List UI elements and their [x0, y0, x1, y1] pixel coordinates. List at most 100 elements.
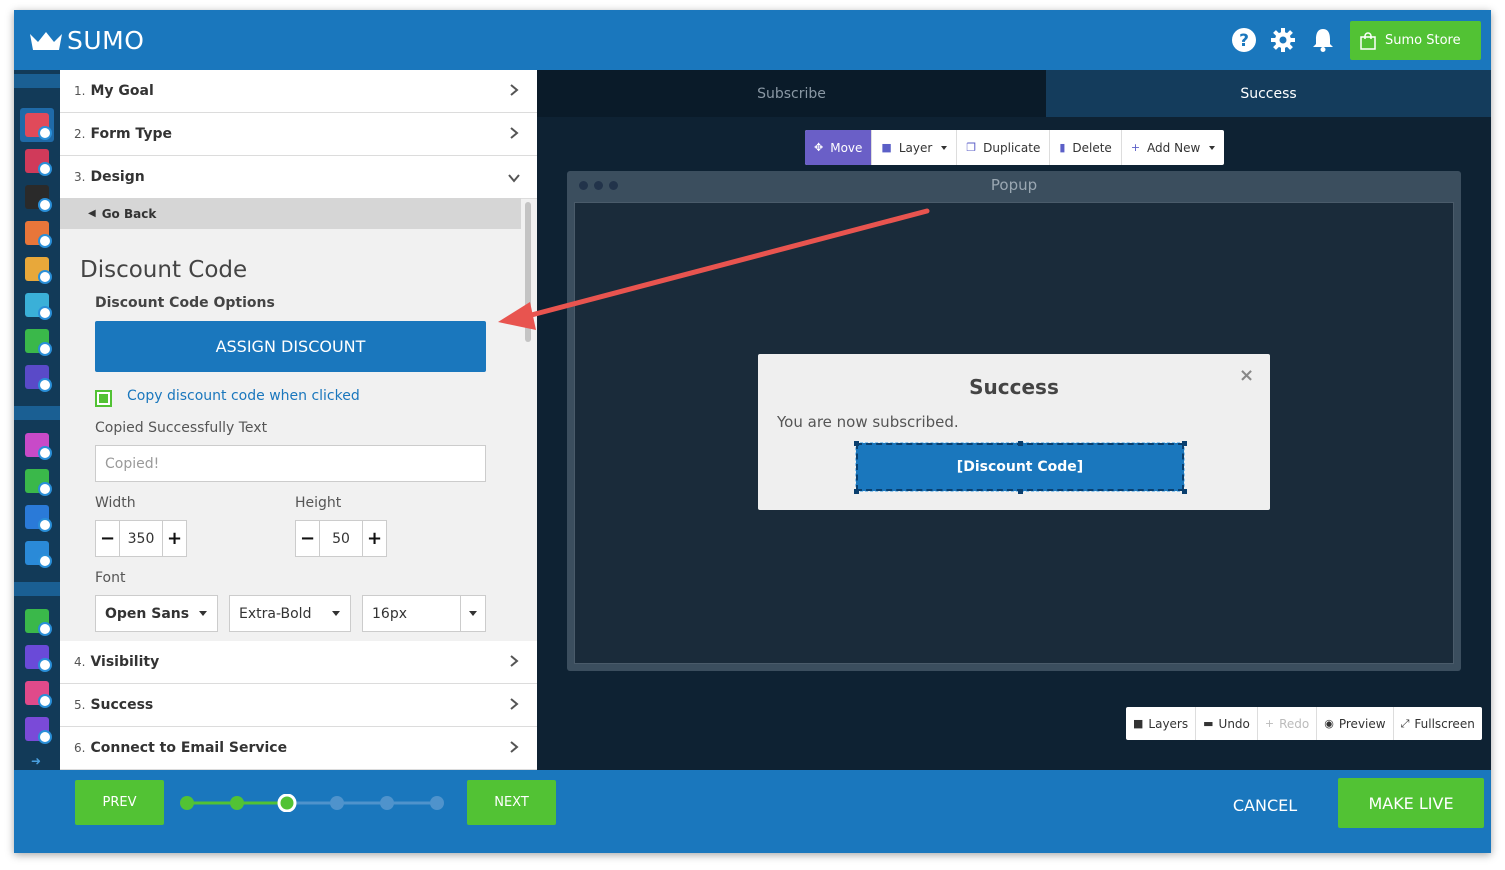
- duplicate-button[interactable]: ❐ Duplicate: [957, 130, 1051, 165]
- close-icon[interactable]: ×: [1239, 365, 1254, 386]
- progress-step-2[interactable]: [230, 796, 244, 810]
- copied-text-input[interactable]: [95, 445, 486, 482]
- tab-subscribe[interactable]: Subscribe: [537, 70, 1046, 117]
- layer-button[interactable]: ■ Layer: [872, 130, 958, 165]
- undo-icon: ▬: [1203, 717, 1214, 730]
- progress-step-4[interactable]: [330, 796, 344, 810]
- analytics-icon[interactable]: [25, 609, 52, 636]
- width-value[interactable]: 350: [119, 521, 163, 556]
- progress-step-1[interactable]: [180, 796, 194, 810]
- progress-step-6[interactable]: [430, 796, 444, 810]
- rail-separator: [14, 406, 60, 420]
- discount-code-button[interactable]: [Discount Code]: [855, 442, 1185, 492]
- redo-button[interactable]: + Redo: [1258, 707, 1318, 740]
- step-design[interactable]: 3. Design: [60, 156, 537, 199]
- resize-handle[interactable]: [1018, 489, 1023, 494]
- resize-handle[interactable]: [1182, 441, 1187, 446]
- sumo-logo[interactable]: SUMO: [28, 26, 144, 55]
- gear-icon[interactable]: [1269, 26, 1297, 54]
- height-increment-button[interactable]: +: [363, 521, 386, 556]
- preview-button[interactable]: ◉ Preview: [1317, 707, 1394, 740]
- heatmap-icon[interactable]: [25, 645, 52, 672]
- step-form-type[interactable]: 2. Form Type: [60, 113, 537, 156]
- cancel-button[interactable]: CANCEL: [1220, 790, 1310, 820]
- star-icon[interactable]: [25, 505, 52, 532]
- apps-rail: ➜: [14, 70, 60, 770]
- redo-icon: +: [1264, 717, 1275, 730]
- progress-step-5[interactable]: [380, 796, 394, 810]
- copy-code-label[interactable]: Copy discount code when clicked: [127, 388, 360, 404]
- undo-button[interactable]: ▬ Undo: [1196, 707, 1258, 740]
- highlighter-icon[interactable]: [25, 329, 52, 356]
- layers-icon: ■: [1133, 717, 1144, 730]
- step-label: Visibility: [90, 654, 160, 670]
- expand-rail-icon[interactable]: ➜: [31, 754, 41, 768]
- make-live-button[interactable]: MAKE LIVE: [1338, 778, 1484, 828]
- content-analytics-icon[interactable]: [25, 681, 52, 708]
- height-decrement-button[interactable]: −: [296, 521, 319, 556]
- width-increment-button[interactable]: +: [163, 521, 186, 556]
- go-back-button[interactable]: ◀ Go Back: [60, 198, 521, 229]
- scroll-box-icon[interactable]: [25, 185, 52, 212]
- help-icon[interactable]: ?: [1230, 26, 1258, 54]
- step-success[interactable]: 5. Success: [60, 684, 537, 727]
- google-analytics-icon[interactable]: [25, 469, 52, 496]
- redo-label: Redo: [1279, 716, 1310, 731]
- step-label: My Goal: [90, 83, 154, 99]
- resize-handle[interactable]: [854, 489, 859, 494]
- smart-bar-icon[interactable]: [25, 221, 52, 248]
- editor-canvas: Subscribe Success ✥ Move ■ Layer ❐ Dupli…: [537, 70, 1491, 770]
- chevron-right-icon: [510, 655, 519, 667]
- resize-handle[interactable]: [1018, 441, 1023, 446]
- welcome-mat-icon[interactable]: [25, 149, 52, 176]
- step-my-goal[interactable]: 1. My Goal: [60, 70, 537, 113]
- popup-canvas[interactable]: Success × You are now subscribed. [Disco…: [574, 202, 1454, 664]
- font-family-select[interactable]: Open Sans: [95, 595, 218, 632]
- font-weight-select[interactable]: Extra-Bold: [229, 595, 351, 632]
- section-title: Discount Code: [80, 257, 248, 283]
- chat-icon[interactable]: [25, 717, 52, 744]
- crown-icon: [30, 31, 62, 50]
- discover-icon[interactable]: [25, 433, 52, 460]
- sumo-store-button[interactable]: Sumo Store: [1350, 21, 1481, 60]
- success-title[interactable]: Success: [758, 375, 1270, 399]
- resize-handle[interactable]: [1182, 489, 1187, 494]
- panel-scrollbar[interactable]: [525, 202, 531, 342]
- layers-button[interactable]: ■ Layers: [1126, 707, 1197, 740]
- fullscreen-button[interactable]: ⤢ Fullscreen: [1394, 707, 1482, 740]
- step-number: 5.: [74, 698, 86, 712]
- next-button[interactable]: NEXT: [467, 780, 556, 825]
- contact-form-icon[interactable]: [25, 365, 52, 392]
- share-icon[interactable]: [25, 257, 52, 284]
- back-arrow-icon: ◀: [88, 208, 96, 219]
- eye-icon: ◉: [1324, 717, 1334, 730]
- copy-code-checkbox[interactable]: [95, 390, 112, 407]
- assign-discount-button[interactable]: ASSIGN DISCOUNT: [95, 321, 486, 372]
- step-label: Success: [90, 697, 154, 713]
- step-visibility[interactable]: 4. Visibility: [60, 641, 537, 684]
- prev-button[interactable]: PREV: [75, 780, 164, 825]
- width-stepper: − 350 +: [95, 520, 187, 557]
- progress-step-3[interactable]: [277, 794, 297, 812]
- delete-button[interactable]: ▮ Delete: [1050, 130, 1122, 165]
- list-builder-icon[interactable]: [25, 113, 52, 140]
- tab-success[interactable]: Success: [1046, 70, 1491, 117]
- width-decrement-button[interactable]: −: [96, 521, 119, 556]
- bell-icon[interactable]: [1309, 26, 1337, 54]
- popup-window-title: Popup: [990, 176, 1038, 194]
- step-number: 1.: [74, 84, 86, 98]
- move-button[interactable]: ✥ Move: [805, 130, 873, 165]
- font-size-select[interactable]: 16px: [362, 595, 486, 632]
- success-popup[interactable]: Success × You are now subscribed. [Disco…: [758, 354, 1270, 510]
- chevron-right-icon: [510, 84, 519, 96]
- step-connect-email[interactable]: 6. Connect to Email Service: [60, 727, 537, 770]
- chevron-right-icon: [510, 698, 519, 710]
- add-new-button[interactable]: + Add New: [1122, 130, 1224, 165]
- shop-icon[interactable]: [25, 541, 52, 568]
- success-message[interactable]: You are now subscribed.: [777, 413, 959, 431]
- height-label: Height: [295, 495, 342, 511]
- resize-handle[interactable]: [854, 441, 859, 446]
- image-sharer-icon[interactable]: [25, 293, 52, 320]
- height-value[interactable]: 50: [319, 521, 363, 556]
- step-label: Connect to Email Service: [90, 740, 288, 756]
